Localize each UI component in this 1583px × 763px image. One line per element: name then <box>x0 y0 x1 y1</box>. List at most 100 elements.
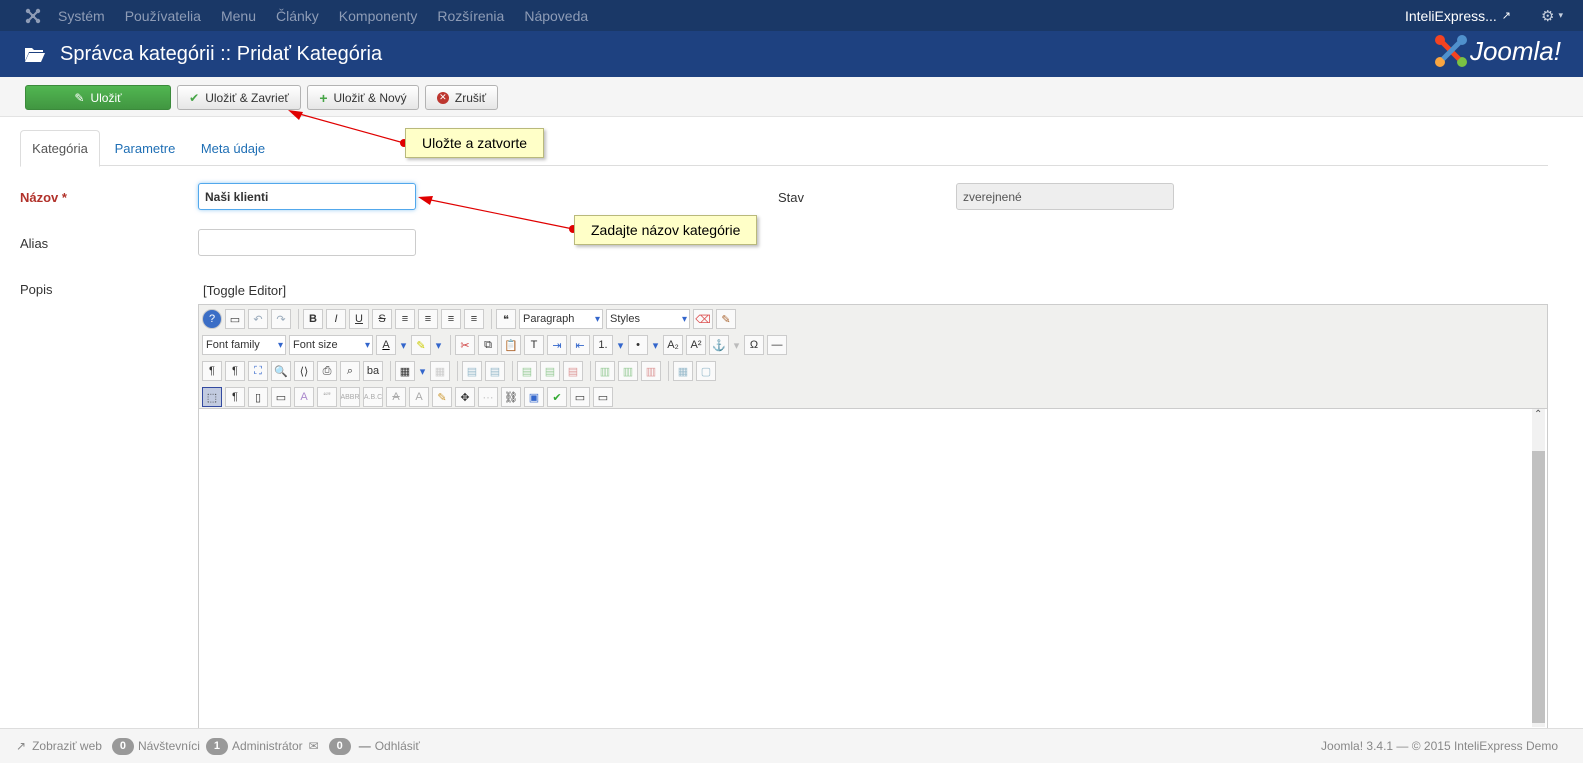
menu-components[interactable]: Komponenty <box>339 8 418 24</box>
article-icon[interactable]: ▭ <box>593 387 613 407</box>
tab-metadata[interactable]: Meta údaje <box>193 130 273 166</box>
cancel-button[interactable]: ✕ Zrušiť <box>425 85 498 110</box>
messages-badge[interactable]: 0 <box>328 737 351 755</box>
menu-system[interactable]: Systém <box>58 8 105 24</box>
outdent-icon[interactable]: ⇤ <box>570 335 590 355</box>
readmore-icon[interactable]: ▭ <box>570 387 590 407</box>
joomla-menu-icon[interactable] <box>20 0 46 31</box>
status-select[interactable]: zverejnené <box>956 183 1174 210</box>
title-input[interactable]: Naši klienti <box>198 183 416 210</box>
align-justify-icon[interactable]: ≡ <box>395 309 415 329</box>
gear-icon[interactable]: ⚙ <box>1541 7 1554 25</box>
insert-col-before-icon[interactable]: ▥ <box>595 361 615 381</box>
page-break-icon[interactable]: ⋯ <box>478 387 498 407</box>
chevron-down-icon[interactable]: ▾ <box>651 335 660 355</box>
style-props-icon[interactable]: A <box>294 387 314 407</box>
styles-select[interactable]: Styles <box>606 309 690 329</box>
delete-col-icon[interactable]: ▥ <box>641 361 661 381</box>
tab-category[interactable]: Kategória <box>20 130 100 167</box>
ltr-icon[interactable]: ¶ <box>202 361 222 381</box>
subscript-icon[interactable]: A₂ <box>663 335 683 355</box>
alias-input[interactable] <box>198 229 416 256</box>
ordered-list-icon[interactable]: 1. <box>593 335 613 355</box>
fullscreen-icon[interactable]: ⛶ <box>248 361 268 381</box>
template-icon[interactable]: ▯ <box>248 387 268 407</box>
align-center-icon[interactable]: ≡ <box>418 309 438 329</box>
copy-icon[interactable]: ⧉ <box>478 335 498 355</box>
link-icon[interactable]: ⛓ <box>501 387 521 407</box>
font-size-select[interactable]: Font size <box>289 335 373 355</box>
attributes-icon[interactable]: ✎ <box>432 387 452 407</box>
deletion-icon[interactable]: A <box>386 387 406 407</box>
insert-row-after-icon[interactable]: ▤ <box>540 361 560 381</box>
insert-col-after-icon[interactable]: ▥ <box>618 361 638 381</box>
save-button[interactable]: ✎ Uložiť <box>25 85 171 110</box>
replace-icon[interactable]: ba <box>363 361 383 381</box>
admins-label[interactable]: Administrátor <box>232 739 303 753</box>
source-code-icon[interactable]: ⟨⟩ <box>294 361 314 381</box>
chevron-down-icon[interactable]: ▾ <box>434 335 443 355</box>
delete-row-icon[interactable]: ▤ <box>563 361 583 381</box>
align-right-icon[interactable]: ≡ <box>464 309 484 329</box>
tab-options[interactable]: Parametre <box>105 130 185 166</box>
menu-content[interactable]: Články <box>276 8 319 24</box>
paste-text-icon[interactable]: T <box>524 335 544 355</box>
menu-help[interactable]: Nápoveda <box>524 8 588 24</box>
chevron-down-icon[interactable]: ▾ <box>418 361 427 381</box>
undo-icon[interactable]: ↶ <box>248 309 268 329</box>
font-family-select[interactable]: Font family <box>202 335 286 355</box>
search-icon[interactable]: ⌕ <box>340 361 360 381</box>
spellcheck-icon[interactable]: ✔ <box>547 387 567 407</box>
image-icon[interactable]: ▣ <box>524 387 544 407</box>
underline-icon[interactable]: U <box>349 309 369 329</box>
bullet-list-icon[interactable]: • <box>628 335 648 355</box>
bold-icon[interactable]: B <box>303 309 323 329</box>
format-select[interactable]: Paragraph <box>519 309 603 329</box>
italic-icon[interactable]: I <box>326 309 346 329</box>
citation-icon[interactable]: “” <box>317 387 337 407</box>
paste-icon[interactable]: 📋 <box>501 335 521 355</box>
highlight-color-icon[interactable]: ✎ <box>411 335 431 355</box>
chevron-down-icon[interactable]: ▾ <box>732 335 741 355</box>
menu-menus[interactable]: Menu <box>221 8 256 24</box>
editor-scrollbar[interactable]: ⌃ <box>1532 409 1545 727</box>
strikethrough-icon[interactable]: S <box>372 309 392 329</box>
acronym-icon[interactable]: A.B.C <box>363 387 383 407</box>
chevron-down-icon[interactable]: ▾ <box>1558 10 1563 21</box>
rtl-icon[interactable]: ¶ <box>225 361 245 381</box>
horizontal-rule-icon[interactable]: — <box>767 335 787 355</box>
chevron-down-icon[interactable]: ▾ <box>616 335 625 355</box>
cut-icon[interactable]: ✂ <box>455 335 475 355</box>
anchor-icon[interactable]: ⚓ <box>709 335 729 355</box>
row-props-icon[interactable]: ▤ <box>462 361 482 381</box>
save-close-button[interactable]: ✔ Uložiť & Zavrieť <box>177 85 301 110</box>
scrollbar-thumb[interactable] <box>1532 451 1545 723</box>
split-cells-icon[interactable]: ▦ <box>673 361 693 381</box>
menu-extensions[interactable]: Rozšírenia <box>437 8 504 24</box>
view-site-link[interactable]: Zobraziť web <box>32 739 102 753</box>
text-color-icon[interactable]: A <box>376 335 396 355</box>
insert-table-icon[interactable]: ▦ <box>395 361 415 381</box>
indent-icon[interactable]: ⇥ <box>547 335 567 355</box>
help-icon[interactable]: ? <box>202 309 222 329</box>
visitors-label[interactable]: Návštevníci <box>138 739 200 753</box>
redo-icon[interactable]: ↷ <box>271 309 291 329</box>
insert-layer-icon[interactable]: ▭ <box>271 387 291 407</box>
eraser-icon[interactable]: ⌫ <box>693 309 713 329</box>
insert-row-before-icon[interactable]: ▤ <box>517 361 537 381</box>
menu-users[interactable]: Používatelia <box>125 8 201 24</box>
print-icon[interactable]: ⎙ <box>317 361 337 381</box>
merge-cells-icon[interactable]: ▢ <box>696 361 716 381</box>
chevron-down-icon[interactable]: ▾ <box>399 335 408 355</box>
cell-props-icon[interactable]: ▤ <box>485 361 505 381</box>
special-char-icon[interactable]: Ω <box>744 335 764 355</box>
preview-icon[interactable]: 🔍 <box>271 361 291 381</box>
site-link[interactable]: InteliExpress... <box>1405 8 1497 24</box>
cleanup-broom-icon[interactable]: ✎ <box>716 309 736 329</box>
show-blocks-icon[interactable]: ¶ <box>225 387 245 407</box>
save-new-button[interactable]: + Uložiť & Nový <box>307 85 419 110</box>
toggle-editor-link[interactable]: [Toggle Editor] <box>203 283 286 298</box>
abbreviation-icon[interactable]: ABBR <box>340 387 360 407</box>
visual-aid-icon[interactable]: ⬚ <box>202 387 222 407</box>
delete-table-icon[interactable]: ▦ <box>430 361 450 381</box>
